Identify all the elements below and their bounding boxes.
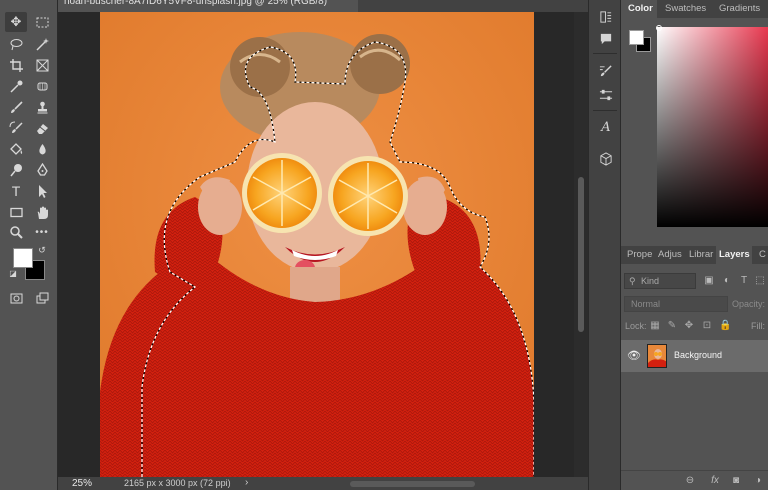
lock-row: Lock: ▦ ✎ ✥ ⊡ 🔒 Fill: [621, 316, 768, 336]
lock-position-icon[interactable]: ✥ [683, 320, 695, 332]
path-selection-tool-icon[interactable] [31, 181, 53, 201]
layer-name[interactable]: Background [674, 350, 722, 360]
default-colors-icon[interactable]: ◪ [8, 268, 18, 278]
type-tool-icon[interactable]: T [5, 181, 27, 201]
pen-tool-icon[interactable] [31, 160, 53, 180]
strip-separator [593, 53, 617, 54]
layer-filter-row: ⚲ Kind ▣ ◐ T ⬚ [621, 268, 768, 294]
right-panel-dock: Color Swatches Gradients Prope Adjus Lib… [621, 0, 768, 490]
tools-panel: ✥ T ••• ↺ ◪ [0, 0, 58, 490]
photoshop-window: ✥ T ••• ↺ ◪ noah-buscher-8A7fD6Y5VF8-uns… [0, 0, 768, 490]
link-layers-icon[interactable]: ⊖ [683, 475, 697, 487]
filter-pixel-icon[interactable]: ▣ [703, 275, 715, 287]
brush-settings-icon[interactable] [597, 62, 615, 80]
status-menu-arrow-icon[interactable]: › [245, 477, 248, 488]
swap-colors-icon[interactable]: ↺ [36, 244, 48, 256]
history-brush-tool-icon[interactable] [5, 118, 27, 138]
zoom-level[interactable]: 25% [72, 478, 92, 489]
tab-layers[interactable]: Layers [716, 246, 752, 264]
color-panel-foreground-swatch[interactable] [629, 30, 644, 45]
rectangle-tool-icon[interactable] [5, 202, 27, 222]
tab-swatches[interactable]: Swatches [665, 0, 711, 18]
tab-channels[interactable]: C [759, 246, 768, 264]
tab-libraries[interactable]: Librar [689, 246, 715, 264]
tab-color[interactable]: Color [621, 0, 657, 18]
dodge-tool-icon[interactable] [5, 160, 27, 180]
lock-all-icon[interactable]: 🔒 [719, 320, 731, 332]
foreground-color-swatch[interactable] [13, 248, 33, 268]
tab-properties[interactable]: Prope [627, 246, 653, 264]
more-tools-icon[interactable]: ••• [31, 222, 53, 242]
zoom-tool-icon[interactable] [5, 222, 27, 242]
collapsed-panels-strip: A [588, 0, 621, 490]
lock-image-icon[interactable]: ✎ [666, 320, 678, 332]
marquee-tool-icon[interactable] [31, 12, 53, 32]
color-picker-field[interactable] [657, 27, 768, 227]
layers-footer-bar: ⊖ fx ◙ ◑ [621, 470, 768, 490]
document-tab[interactable]: noah-buscher-8A7fD6Y5VF8-unsplash.jpg @ … [58, 0, 358, 12]
kind-filter-label: Kind [641, 276, 660, 286]
new-adjustment-layer-icon[interactable]: ◑ [751, 475, 765, 487]
3d-panel-icon[interactable] [597, 150, 615, 168]
magic-wand-tool-icon[interactable] [31, 34, 53, 54]
hand-tool-icon[interactable] [31, 202, 53, 222]
blend-row: Normal Opacity: [621, 294, 768, 314]
search-icon: ⚲ [629, 276, 636, 286]
filter-adjustment-icon[interactable]: ◐ [721, 275, 733, 287]
comments-panel-icon[interactable] [597, 30, 615, 48]
frame-tool-icon[interactable] [31, 55, 53, 75]
vertical-scroll-thumb[interactable] [578, 177, 584, 332]
blur-tool-icon[interactable] [31, 139, 53, 159]
tab-gradients[interactable]: Gradients [719, 0, 768, 18]
paint-bucket-tool-icon[interactable] [5, 139, 27, 159]
eyedropper-tool-icon[interactable] [5, 76, 27, 96]
tab-adjustments[interactable]: Adjus [658, 246, 685, 264]
eraser-tool-icon[interactable] [31, 118, 53, 138]
lock-label: Lock: [625, 321, 647, 331]
lock-transparent-icon[interactable]: ▦ [649, 320, 661, 332]
move-tool-icon[interactable]: ✥ [5, 12, 27, 32]
eye-icon[interactable]: 👁 [627, 350, 641, 362]
filter-shape-icon[interactable]: ⬚ [754, 275, 766, 287]
history-panel-icon[interactable] [597, 8, 615, 26]
status-bar: 25% 2165 px x 3000 px (72 ppi) › [58, 477, 588, 490]
screen-mode-icon[interactable] [31, 288, 53, 308]
brush-tool-icon[interactable] [5, 97, 27, 117]
lasso-tool-icon[interactable] [5, 34, 27, 54]
add-mask-icon[interactable]: ◙ [729, 475, 743, 487]
layers-panel-tabs: Prope Adjus Librar Layers C [621, 246, 768, 264]
filter-type-icon[interactable]: T [738, 275, 750, 287]
spot-healing-tool-icon[interactable] [31, 76, 53, 96]
layer-kind-filter[interactable]: ⚲ Kind [624, 273, 696, 289]
character-panel-icon[interactable]: A [597, 118, 615, 136]
lock-artboard-icon[interactable]: ⊡ [701, 320, 713, 332]
color-panel-tabs: Color Swatches Gradients [621, 0, 768, 18]
crop-tool-icon[interactable] [5, 55, 27, 75]
fill-label: Fill: [751, 321, 765, 331]
document-image [100, 12, 534, 477]
horizontal-scroll-thumb[interactable] [350, 481, 475, 487]
document-tab-bar: noah-buscher-8A7fD6Y5VF8-unsplash.jpg @ … [58, 0, 588, 12]
quick-mask-icon[interactable] [5, 288, 27, 308]
document-info: 2165 px x 3000 px (72 ppi) [124, 478, 231, 488]
canvas-area[interactable] [58, 12, 574, 477]
stamp-tool-icon[interactable] [31, 97, 53, 117]
layer-row-background[interactable]: 👁 Background [621, 340, 768, 372]
layer-style-icon[interactable]: fx [708, 475, 722, 487]
adjustments-sliders-icon[interactable] [597, 86, 615, 104]
layer-thumbnail [647, 344, 667, 368]
strip-separator [593, 110, 617, 111]
color-picker-marker[interactable] [656, 25, 662, 31]
blend-mode-select[interactable]: Normal [624, 296, 728, 312]
opacity-label: Opacity: [732, 299, 766, 309]
vertical-scrollbar[interactable] [574, 12, 588, 477]
